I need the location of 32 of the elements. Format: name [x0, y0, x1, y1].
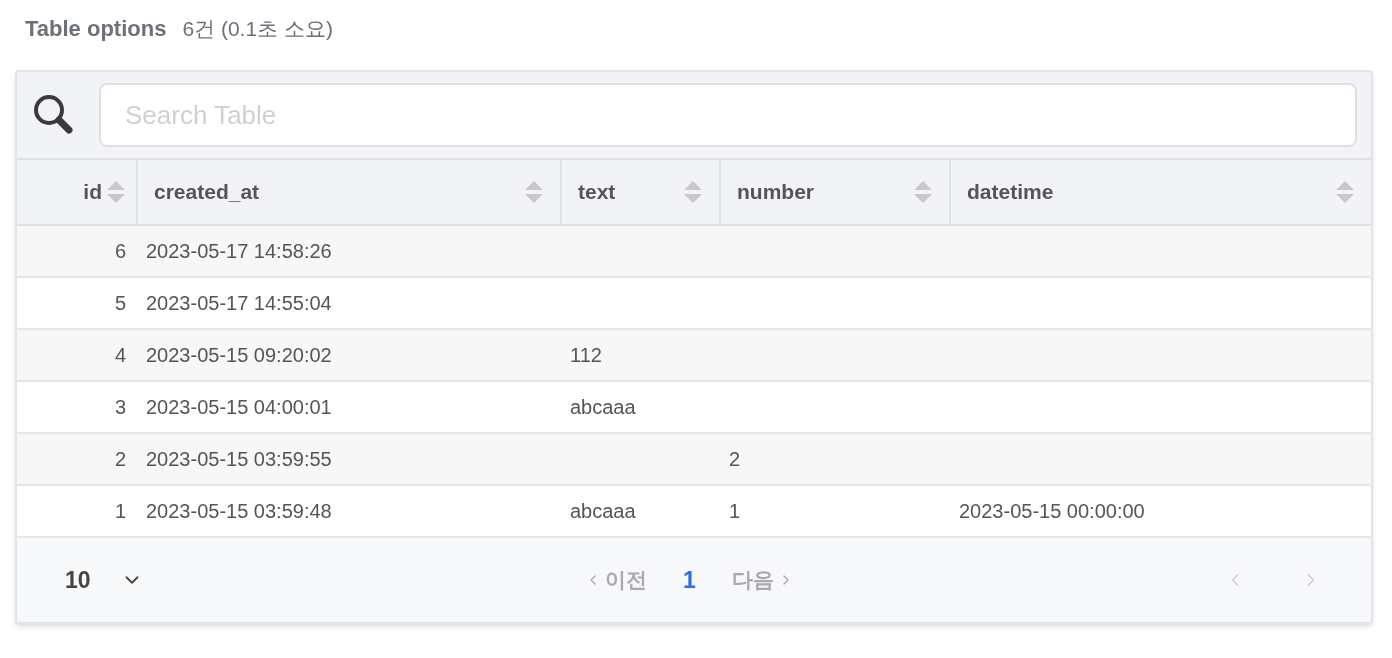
table-cell-text: 1: [729, 499, 741, 524]
table-cell-text: abcaaa: [570, 395, 636, 420]
page-number-button[interactable]: 1: [683, 562, 696, 598]
sort-icon[interactable]: [106, 179, 126, 205]
table-cell-text: 3: [114, 395, 126, 420]
column-header[interactable]: text: [560, 160, 719, 224]
table-cell-text: 5: [114, 291, 126, 316]
table-cell-text: 1: [114, 499, 126, 524]
sort-icon[interactable]: [683, 179, 703, 205]
section-title: Table options: [25, 15, 167, 43]
table-cell-text: 6: [114, 239, 126, 264]
table-cell-text: 2023-05-15 00:00:00: [959, 499, 1145, 524]
column-header[interactable]: datetime: [949, 160, 1371, 224]
page-size-value[interactable]: 10: [65, 562, 91, 598]
sort-icon[interactable]: [1335, 179, 1355, 205]
table-cell-text: 2023-05-15 04:00:01: [146, 395, 332, 420]
table-cell-text: 2023-05-15 03:59:48: [146, 499, 332, 524]
sort-icon[interactable]: [913, 179, 933, 205]
column-header[interactable]: number: [719, 160, 949, 224]
table-cell-text: 2023-05-17 14:55:04: [146, 291, 332, 316]
table-cell-text: 2023-05-17 14:58:26: [146, 239, 332, 264]
table-cell-text: abcaaa: [570, 499, 636, 524]
table-cell-text: 4: [114, 343, 126, 368]
table-cell-text: 2023-05-15 03:59:55: [146, 447, 332, 472]
column-header[interactable]: id: [17, 160, 136, 224]
column-header[interactable]: created_at: [136, 160, 560, 224]
sort-icon[interactable]: [524, 179, 544, 205]
table-cell-text: 112: [570, 343, 602, 368]
table-cell-text: 2: [114, 447, 126, 472]
table-cell-text: 2023-05-15 09:20:02: [146, 343, 332, 368]
result-summary: 6건 (0.1초 소요): [182, 16, 333, 42]
table-cell-text: 2: [729, 447, 741, 472]
